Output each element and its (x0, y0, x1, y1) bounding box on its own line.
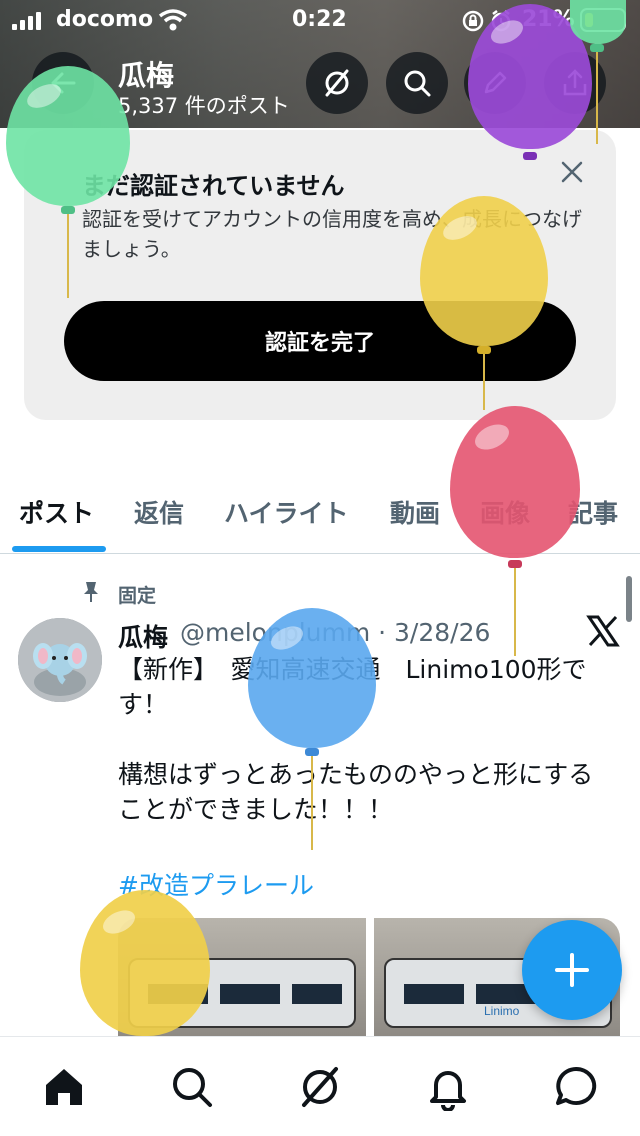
avatar[interactable] (18, 618, 102, 702)
plus-icon (555, 953, 589, 987)
battery-icon (580, 8, 626, 32)
home-icon[interactable] (40, 1063, 88, 1111)
grok-icon[interactable] (296, 1063, 344, 1111)
tab-articles[interactable]: 記事 (568, 494, 618, 530)
profile-tabs: ポスト 返信 ハイライト 動画 画像 記事 (0, 470, 640, 554)
search-button[interactable] (386, 52, 448, 114)
elephant-avatar-image (18, 618, 102, 702)
edit-icon (484, 71, 507, 94)
back-button[interactable] (32, 52, 94, 114)
tab-highlights[interactable]: ハイライト (224, 494, 349, 530)
tab-posts[interactable]: ポスト (19, 494, 94, 530)
cellular-signal-icon (12, 12, 48, 30)
search-icon[interactable] (168, 1063, 216, 1111)
share-icon (563, 69, 587, 96)
active-tab-indicator (12, 546, 106, 552)
tab-replies[interactable]: 返信 (134, 494, 184, 530)
pinned-label: 固定 (118, 585, 157, 607)
compose-post-button[interactable] (522, 920, 622, 1020)
profile-name: 瓜梅 (118, 59, 175, 92)
close-icon[interactable] (558, 158, 586, 186)
carrier-name: docomo (56, 7, 154, 32)
clock: 0:22 (292, 7, 347, 32)
hashtag-link[interactable]: #改造プラレール (118, 866, 314, 902)
verification-title: まだ認証されていません (82, 172, 345, 200)
alarm-icon (491, 10, 511, 32)
post-handle-date[interactable]: @melonplumm · 3/28/26 (180, 618, 490, 647)
battery-percent: 21% (522, 7, 575, 32)
post-author-name[interactable]: 瓜梅 (118, 618, 168, 654)
edit-button[interactable] (464, 52, 526, 114)
verification-description: 認証を受けてアカウントの信用度を高め、成長につなげましょう。 (82, 207, 582, 261)
tab-videos[interactable]: 動画 (390, 494, 440, 530)
scrollbar[interactable] (626, 576, 632, 622)
messages-icon[interactable] (552, 1063, 600, 1111)
media-caption: Linimo (484, 1004, 520, 1018)
grok-button[interactable] (306, 52, 368, 114)
notifications-icon[interactable] (424, 1063, 472, 1111)
back-arrow-icon (51, 72, 76, 94)
grok-icon (325, 69, 349, 97)
verification-card: まだ認証されていません 認証を受けてアカウントの信用度を高め、成長につなげましょ… (24, 130, 616, 420)
bottom-navigation (0, 1036, 640, 1136)
post-image-1[interactable] (118, 918, 366, 1048)
search-icon (404, 70, 431, 97)
share-button[interactable] (544, 52, 606, 114)
status-bar: docomo 0:22 21% (0, 0, 640, 40)
train-model-image (128, 958, 356, 1028)
post-count: 5,337 件のポスト (118, 94, 290, 118)
x-logo-icon (586, 615, 620, 647)
post-text: 【新作】 愛知高速交通 Linimo100形です！ 構想はずっとあったもののやっ… (118, 655, 594, 824)
complete-verification-button[interactable]: 認証を完了 (64, 301, 576, 381)
tab-images[interactable]: 画像 (480, 494, 530, 530)
wifi-icon (158, 9, 188, 31)
pin-icon (84, 582, 98, 602)
rotation-lock-icon (462, 10, 484, 32)
